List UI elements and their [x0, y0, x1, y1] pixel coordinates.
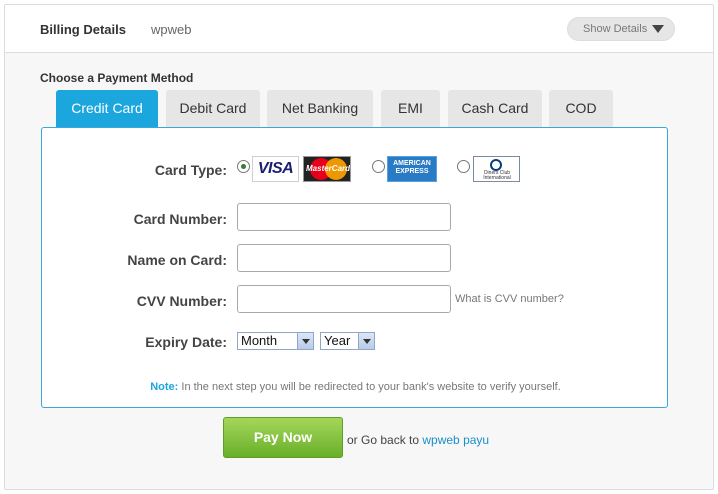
- tab-debit-card[interactable]: Debit Card: [166, 90, 260, 127]
- tab-cod[interactable]: COD: [549, 90, 613, 127]
- pay-now-button[interactable]: Pay Now: [223, 417, 343, 458]
- expiry-year-value: Year: [324, 333, 351, 348]
- card-type-label: Card Type:: [154, 162, 227, 178]
- billing-header: Billing Details wpweb Show Details: [5, 5, 713, 53]
- tab-cash-card[interactable]: Cash Card: [448, 90, 542, 127]
- note-text: In the next step you will be redirected …: [178, 381, 561, 393]
- card-type-diners-radio[interactable]: [457, 160, 470, 173]
- diners-text: Diners Club International: [483, 170, 511, 181]
- tab-emi[interactable]: EMI: [381, 90, 440, 127]
- amex-text-line1: AMERICAN: [393, 160, 431, 167]
- go-back-link[interactable]: wpweb payu: [422, 433, 489, 447]
- credit-card-panel: Card Type: VISA MasterCard AMERICAN EXPR…: [41, 127, 668, 408]
- card-type-visa-mc-radio[interactable]: [237, 160, 250, 173]
- expiry-month-value: Month: [241, 333, 278, 348]
- visa-logo-icon: VISA: [252, 156, 299, 182]
- name-on-card-input[interactable]: [237, 244, 451, 272]
- go-back-text: or Go back to wpweb payu: [347, 433, 489, 447]
- cvv-number-input[interactable]: [237, 285, 451, 313]
- note-label: Note:: [150, 381, 179, 393]
- tab-net-banking[interactable]: Net Banking: [267, 90, 373, 127]
- billing-container: Billing Details wpweb Show Details Choos…: [4, 4, 714, 490]
- show-details-label: Show Details: [583, 23, 648, 35]
- diners-club-logo-icon: Diners Club International: [473, 156, 520, 182]
- expiry-month-select[interactable]: Month: [237, 332, 314, 350]
- go-back-prefix: or Go back to: [347, 433, 423, 447]
- amex-logo-icon: AMERICAN EXPRESS: [387, 156, 437, 182]
- triangle-down-icon: [652, 25, 664, 33]
- tab-credit-card[interactable]: Credit Card: [56, 90, 158, 127]
- show-details-button[interactable]: Show Details: [567, 17, 675, 41]
- expiry-year-select[interactable]: Year: [320, 332, 375, 350]
- mastercard-logo-icon: MasterCard: [303, 156, 351, 182]
- cvv-number-label: CVV Number:: [136, 293, 227, 309]
- card-number-input[interactable]: [237, 203, 451, 231]
- merchant-name: wpweb: [151, 22, 192, 37]
- payment-method-title: Choose a Payment Method: [40, 71, 194, 85]
- chevron-down-icon: [297, 333, 313, 349]
- mastercard-text: MasterCard: [306, 164, 351, 173]
- card-number-label: Card Number:: [133, 211, 227, 227]
- billing-title: Billing Details: [40, 22, 126, 37]
- name-on-card-label: Name on Card:: [127, 252, 227, 268]
- card-type-amex-radio[interactable]: [372, 160, 385, 173]
- amex-text-line2: EXPRESS: [395, 168, 429, 175]
- redirect-note: Note: In the next step you will be redir…: [42, 381, 669, 393]
- expiry-date-label: Expiry Date:: [145, 334, 227, 350]
- chevron-down-icon: [358, 333, 374, 349]
- cvv-help-link[interactable]: What is CVV number?: [455, 293, 564, 305]
